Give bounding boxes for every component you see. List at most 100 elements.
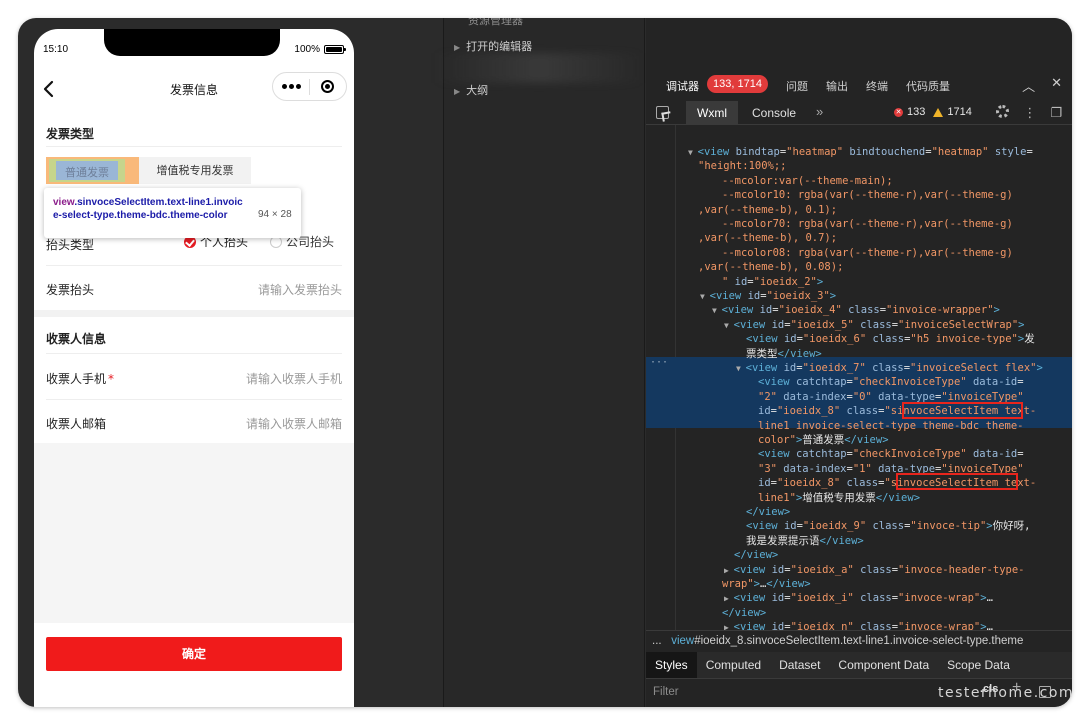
styles-subtabs: Styles Computed Dataset Component Data S…	[646, 652, 1072, 678]
watermark: testerhome.com	[938, 685, 1075, 701]
tab-output[interactable]: 输出	[826, 78, 848, 94]
tab-computed[interactable]: Computed	[697, 652, 770, 678]
code-line[interactable]: </view>	[722, 606, 766, 620]
code-line[interactable]: </view>	[746, 505, 790, 519]
dock-icon[interactable]: ❐	[1050, 105, 1062, 121]
code-line[interactable]: --mcolor10: rgba(var(--theme-r),var(--th…	[722, 188, 1013, 202]
page-background	[34, 443, 354, 623]
expand-right-icon[interactable]: ▶	[724, 566, 734, 575]
close-icon[interactable]: ✕	[1051, 76, 1062, 95]
code-line[interactable]: ▶ <view id="ioeidx_a" class="invoce-head…	[724, 563, 1024, 577]
tab-console[interactable]: Console	[752, 106, 796, 120]
tab-dataset[interactable]: Dataset	[770, 652, 829, 678]
inspector-selector: view.sinvoceSelectItem.text-line1.invoic…	[53, 196, 248, 222]
section-recipient: 收票人信息	[46, 332, 107, 346]
kebab-menu-icon[interactable]: ⋮	[1023, 105, 1036, 121]
recipient-email-input[interactable]: 请输入收票人邮箱	[246, 415, 342, 432]
code-line[interactable]: ▼ <view id="ioeidx_5" class="invoiceSele…	[724, 318, 1024, 332]
code-line[interactable]: <view catchtap="checkInvoiceType" data-i…	[758, 375, 1024, 389]
devtools-titlebar: 调试器 133, 1714 问题 输出 终端 代码质量 ︿ ✕	[646, 72, 1072, 98]
tab-code-quality[interactable]: 代码质量	[906, 78, 950, 94]
code-line[interactable]: --mcolor08: rgba(var(--theme-r),var(--th…	[722, 246, 1013, 260]
code-line[interactable]: ,var(--theme-b), 0.7);	[698, 231, 837, 245]
explorer-panel: 资源管理器 ▶ 打开的编辑器 ▶ 大纲	[434, 18, 645, 707]
code-line[interactable]: <view catchtap="checkInvoiceType" data-i…	[758, 447, 1024, 461]
gear-icon[interactable]	[996, 105, 1010, 118]
tab-scope-data[interactable]: Scope Data	[938, 652, 1019, 678]
code-line[interactable]: --mcolor:var(--theme-main);	[722, 174, 893, 188]
warning-icon	[933, 107, 944, 117]
phone-notch	[104, 29, 280, 56]
blurred-region	[434, 53, 644, 83]
expand-right-icon[interactable]: ▶	[724, 594, 734, 603]
devtools-panel: 调试器 133, 1714 问题 输出 终端 代码质量 ︿ ✕ Wxml Con…	[646, 18, 1072, 707]
invoice-title-input[interactable]: 请输入发票抬头	[258, 281, 342, 298]
invoice-type-general-option[interactable]: 普通发票	[46, 157, 139, 184]
error-warning-counts[interactable]: ✕ 133 1714	[894, 106, 972, 118]
invoice-type-vat-option[interactable]: 增值税专用发票	[139, 157, 251, 184]
code-line[interactable]: ▶ <view id="ioeidx_i" class="invoce-wrap…	[724, 591, 993, 605]
invoice-title-label: 发票抬头	[46, 283, 95, 297]
chevron-up-icon[interactable]: ︿	[1022, 76, 1035, 95]
wxml-tree: ··· ▼ <view bindtap="heatmap" bindtouche…	[646, 125, 1072, 630]
tab-terminal[interactable]: 终端	[866, 78, 888, 94]
divider	[46, 146, 342, 147]
status-bar: 15:10 100%	[34, 29, 354, 69]
code-line[interactable]: line1">增值税专用发票</view>	[758, 491, 920, 505]
warning-count: 1714	[947, 106, 972, 118]
code-line[interactable]: <view id="ioeidx_6" class="h5 invoice-ty…	[746, 332, 1035, 346]
code-line[interactable]: ▼ <view id="ioeidx_3">	[700, 289, 836, 303]
recipient-email-label: 收票人邮箱	[46, 417, 107, 431]
code-line[interactable]: 我是发票提示语</view>	[746, 534, 864, 548]
expand-down-icon[interactable]: ▼	[712, 306, 722, 315]
code-line[interactable]: color">普通发票</view>	[758, 433, 889, 447]
code-line[interactable]: line1 invoice-select-type theme-bdc them…	[758, 419, 1024, 433]
phone-simulator: 15:10 100% 发票信息 发票类型 普通发票 增值税专用发票 抬头类型 个…	[34, 29, 354, 707]
panel-controls: ︿ ✕	[1022, 76, 1062, 95]
code-line[interactable]: 票类型</view>	[746, 347, 822, 361]
expand-right-icon[interactable]: ▶	[724, 623, 734, 630]
tab-debugger[interactable]: 调试器	[666, 78, 699, 94]
code-line[interactable]: ▶ <view id="ioeidx_n" class="invoce-wrap…	[724, 620, 993, 630]
chevron-right-icon: ▶	[454, 87, 461, 96]
code-line[interactable]: <view id="ioeidx_9" class="invoce-tip">你…	[746, 519, 1030, 533]
title-type-label: 抬头类型	[46, 238, 95, 252]
code-line[interactable]: ,var(--theme-b), 0.1);	[698, 203, 837, 217]
tab-styles[interactable]: Styles	[646, 652, 697, 678]
expand-down-icon[interactable]: ▼	[688, 148, 698, 157]
expand-down-icon[interactable]: ▼	[724, 321, 734, 330]
open-editors-item[interactable]: ▶ 打开的编辑器	[454, 38, 532, 54]
required-star: *	[108, 372, 115, 386]
confirm-button[interactable]: 确定	[46, 637, 342, 671]
outline-item[interactable]: ▶ 大纲	[454, 82, 488, 98]
code-line[interactable]: </view>	[734, 548, 778, 562]
code-line[interactable]: ▼ <view bindtap="heatmap" bindtouchend="…	[688, 145, 1033, 159]
code-line[interactable]: "height:100%;;	[698, 159, 787, 173]
section-invoice-type: 发票类型	[46, 127, 95, 141]
chevron-right-icon: ▶	[454, 43, 461, 52]
more-tabs-icon[interactable]: »	[816, 104, 823, 119]
filter-input[interactable]: Filter	[653, 686, 679, 698]
capsule-menu	[272, 72, 347, 101]
element-breadcrumb[interactable]: ... view#ioeidx_8.sinvoceSelectItem.text…	[646, 630, 1072, 652]
tab-problems[interactable]: 问题	[786, 78, 808, 94]
expand-down-icon[interactable]: ▼	[736, 364, 746, 373]
battery-icon	[324, 45, 346, 54]
code-line[interactable]: ,var(--theme-b), 0.08);	[698, 260, 843, 274]
code-line[interactable]: ▼ <view id="ioeidx_4" class="invoice-wra…	[712, 303, 1000, 317]
recipient-phone-input[interactable]: 请输入收票人手机	[246, 370, 342, 387]
code-line[interactable]: " id="ioeidx_2">	[722, 275, 823, 289]
code-line[interactable]: ▼ <view id="ioeidx_7" class="invoiceSele…	[736, 361, 1043, 375]
more-dots-icon[interactable]	[273, 73, 309, 100]
tab-component-data[interactable]: Component Data	[829, 652, 938, 678]
divider	[46, 265, 342, 266]
tab-wxml[interactable]: Wxml	[686, 101, 738, 125]
code-line[interactable]: --mcolor70: rgba(var(--theme-r),var(--th…	[722, 217, 1013, 231]
status-right: 100%	[294, 44, 346, 55]
code-line[interactable]: wrap">…</view>	[722, 577, 811, 591]
nav-bar: 发票信息	[34, 69, 354, 109]
inspect-element-icon[interactable]	[656, 106, 669, 119]
node-actions-icon[interactable]: ···	[650, 357, 668, 368]
close-miniprogram-icon[interactable]	[310, 73, 346, 100]
expand-down-icon[interactable]: ▼	[700, 292, 710, 301]
